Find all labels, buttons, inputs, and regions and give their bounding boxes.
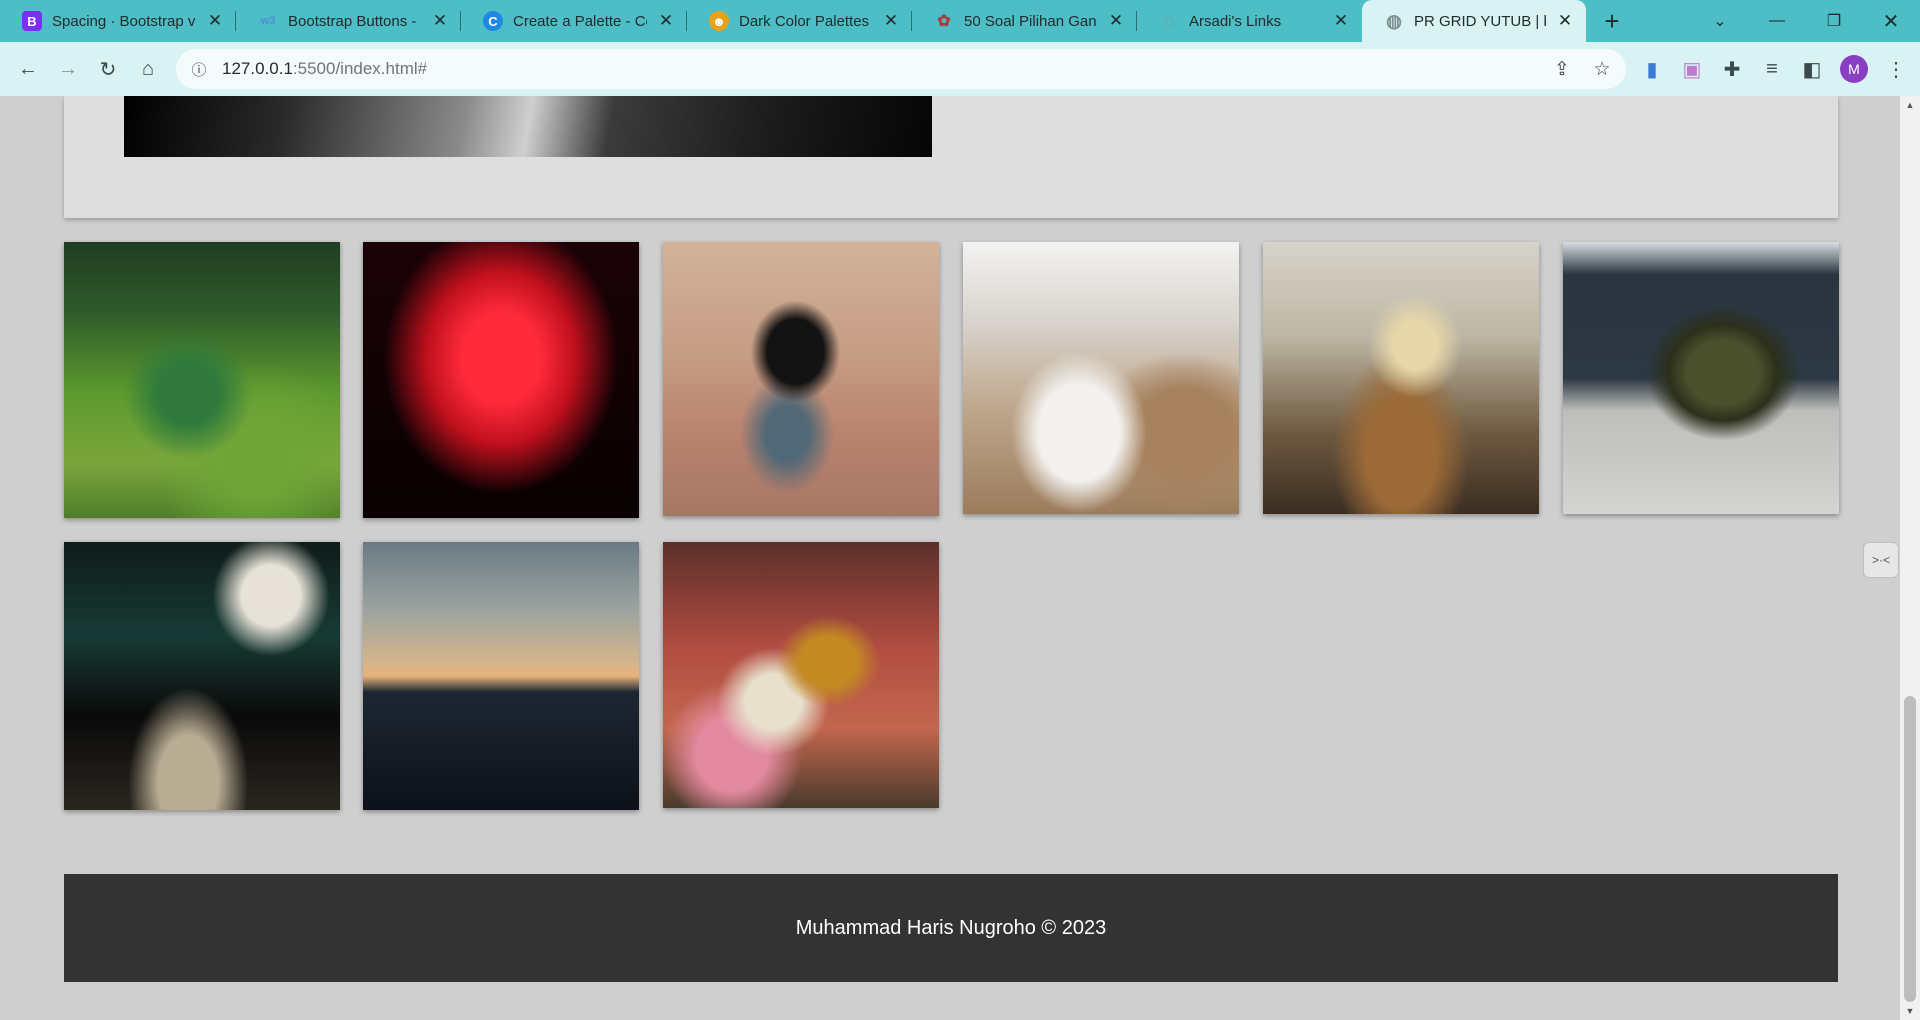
tab-0[interactable]: B Spacing · Bootstrap v ✕ bbox=[0, 0, 236, 42]
close-icon[interactable]: ✕ bbox=[1554, 10, 1576, 32]
gallery-photo-street-walker[interactable] bbox=[64, 542, 340, 810]
page-viewport: Muhammad Haris Nugroho © 2023 bbox=[0, 96, 1900, 1020]
coolors-icon: C bbox=[483, 11, 503, 31]
tab-3[interactable]: ☻ Dark Color Palettes - ✕ bbox=[687, 0, 912, 42]
footer-copyright: Muhammad Haris Nugroho © 2023 bbox=[795, 916, 1107, 939]
site-info-icon[interactable]: ⓘ bbox=[176, 59, 222, 80]
tab-6-active[interactable]: ◍ PR GRID YUTUB | by ✕ bbox=[1362, 0, 1586, 42]
share-icon[interactable]: ⇪ bbox=[1546, 53, 1578, 85]
close-icon[interactable]: ✕ bbox=[655, 10, 677, 32]
palette-icon: ☻ bbox=[709, 11, 729, 31]
tab-5[interactable]: ◌ Arsadi's Links ✕ bbox=[1137, 0, 1362, 42]
tab-1[interactable]: w3 Bootstrap Buttons - e ✕ bbox=[236, 0, 461, 42]
tab-title: Dark Color Palettes - bbox=[739, 12, 872, 30]
gallery-photo-red-light-portrait[interactable] bbox=[363, 242, 639, 518]
close-icon[interactable]: ✕ bbox=[1330, 10, 1352, 32]
gallery-photo-mountain-sunset[interactable] bbox=[363, 542, 639, 810]
scroll-up-arrow-icon[interactable]: ▲ bbox=[1900, 96, 1920, 114]
back-button[interactable]: ← bbox=[12, 53, 44, 85]
gallery-photo-woman-on-sofa[interactable] bbox=[663, 242, 939, 516]
media-control-icon[interactable]: ≡ bbox=[1756, 53, 1788, 85]
close-window-button[interactable]: ✕ bbox=[1868, 0, 1914, 42]
tab-strip: B Spacing · Bootstrap v ✕ w3 Bootstrap B… bbox=[0, 0, 1920, 42]
profile-avatar[interactable]: M bbox=[1840, 55, 1868, 83]
hero-card bbox=[64, 96, 1838, 218]
w3schools-icon: w3 bbox=[260, 15, 276, 27]
tab-title: Create a Palette - Co bbox=[513, 12, 647, 30]
globe-icon: ◍ bbox=[1386, 10, 1402, 31]
url-text: 127.0.0.1:5500/index.html# bbox=[222, 59, 428, 78]
floating-widget-icon[interactable]: >·< bbox=[1863, 542, 1899, 578]
scroll-down-arrow-icon[interactable]: ▼ bbox=[1900, 1002, 1920, 1020]
scroll-thumb[interactable] bbox=[1904, 696, 1916, 1002]
browser-toolbar: ← → ↻ ⌂ ⓘ 127.0.0.1:5500/index.html# ⇪ ☆… bbox=[0, 42, 1920, 96]
gallery-photo-knit-scarves[interactable] bbox=[663, 542, 939, 808]
tab-title: Spacing · Bootstrap v bbox=[52, 12, 196, 30]
tab-4[interactable]: ✿ 50 Soal Pilihan Gand ✕ bbox=[912, 0, 1137, 42]
hero-image bbox=[124, 96, 932, 157]
gallery-photo-sports-car[interactable] bbox=[1563, 242, 1839, 514]
site-footer: Muhammad Haris Nugroho © 2023 bbox=[64, 874, 1838, 982]
close-icon[interactable]: ✕ bbox=[880, 10, 902, 32]
tab-title: Arsadi's Links bbox=[1189, 12, 1282, 30]
menu-kebab-icon[interactable]: ⋮ bbox=[1880, 53, 1912, 85]
extension-icon[interactable]: ▮ bbox=[1636, 53, 1668, 85]
gallery-photo-woman-white-dress[interactable] bbox=[963, 242, 1239, 514]
home-button[interactable]: ⌂ bbox=[132, 53, 164, 85]
close-icon[interactable]: ✕ bbox=[1105, 10, 1127, 32]
tab-2[interactable]: C Create a Palette - Co ✕ bbox=[461, 0, 687, 42]
extension-cat-icon[interactable]: ▣ bbox=[1676, 53, 1708, 85]
side-panel-icon[interactable]: ◧ bbox=[1796, 53, 1828, 85]
close-icon[interactable]: ✕ bbox=[429, 10, 451, 32]
bookmark-star-icon[interactable]: ☆ bbox=[1586, 53, 1618, 85]
gallery-photo-forest-aerial[interactable] bbox=[64, 242, 340, 518]
extensions-puzzle-icon[interactable]: ✚ bbox=[1716, 53, 1748, 85]
tab-search-chevron-icon[interactable]: ⌄ bbox=[1697, 0, 1743, 42]
gallery-photo-dining-room[interactable] bbox=[1263, 242, 1539, 514]
forward-button[interactable]: → bbox=[52, 53, 84, 85]
restore-button[interactable]: ❐ bbox=[1811, 0, 1857, 42]
tab-title: PR GRID YUTUB | by bbox=[1414, 12, 1546, 30]
minimize-button[interactable]: — bbox=[1754, 0, 1800, 42]
page-scrollbar[interactable]: ▲ ▼ bbox=[1900, 96, 1920, 1020]
doc-icon: ✿ bbox=[937, 13, 951, 30]
tab-title: Bootstrap Buttons - e bbox=[288, 12, 421, 30]
address-bar[interactable]: ⓘ 127.0.0.1:5500/index.html# ⇪ ☆ bbox=[176, 49, 1626, 89]
reload-button[interactable]: ↻ bbox=[92, 53, 124, 85]
close-icon[interactable]: ✕ bbox=[204, 10, 226, 32]
globe-icon: ◌ bbox=[1163, 10, 1175, 31]
new-tab-button[interactable]: + bbox=[1597, 6, 1627, 36]
bootstrap-icon: B bbox=[22, 11, 42, 31]
tab-title: 50 Soal Pilihan Gand bbox=[964, 12, 1097, 30]
